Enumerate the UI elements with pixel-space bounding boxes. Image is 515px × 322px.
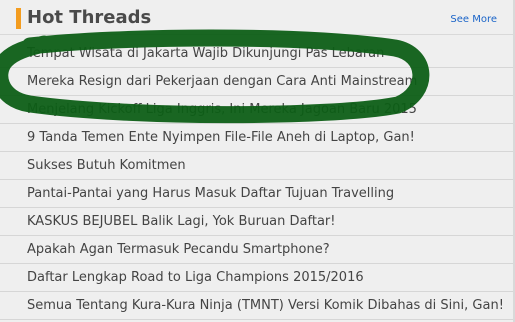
- thread-link[interactable]: Mereka Resign dari Pekerjaan dengan Cara…: [27, 73, 417, 90]
- thread-link[interactable]: Semua Tentang Kura-Kura Ninja (TMNT) Ver…: [27, 297, 504, 314]
- thread-link[interactable]: Apakah Agan Termasuk Pecandu Smartphone?: [27, 241, 330, 258]
- panel-title: Hot Threads: [27, 7, 152, 28]
- thread-list-item: Pantai-Pantai yang Harus Masuk Daftar Tu…: [0, 180, 515, 208]
- thread-list-item: Semua Tentang Kura-Kura Ninja (TMNT) Ver…: [0, 292, 515, 320]
- thread-list-item: Mereka Resign dari Pekerjaan dengan Cara…: [0, 68, 515, 96]
- thread-list-item: 9 Tanda Temen Ente Nyimpen File-File Ane…: [0, 124, 515, 152]
- panel-header: Hot Threads See More: [0, 0, 515, 34]
- thread-link[interactable]: 9 Tanda Temen Ente Nyimpen File-File Ane…: [27, 129, 415, 146]
- thread-link[interactable]: Tempat Wisata di Jakarta Wajib Dikunjung…: [27, 45, 384, 62]
- thread-link[interactable]: Menjelang Kickoff Liga Inggris, Ini Mere…: [27, 101, 417, 118]
- thread-list-item: Menjelang Kickoff Liga Inggris, Ini Mere…: [0, 96, 515, 124]
- hot-threads-panel: Hot Threads See More Tempat Wisata di Ja…: [0, 0, 515, 322]
- thread-list: Tempat Wisata di Jakarta Wajib Dikunjung…: [0, 40, 515, 320]
- thread-link[interactable]: Sukses Butuh Komitmen: [27, 157, 186, 174]
- thread-list-item: Sukses Butuh Komitmen: [0, 152, 515, 180]
- thread-list-item: KASKUS BEJUBEL Balik Lagi, Yok Buruan Da…: [0, 208, 515, 236]
- thread-link[interactable]: KASKUS BEJUBEL Balik Lagi, Yok Buruan Da…: [27, 213, 335, 230]
- header-accent-bar: [16, 8, 21, 29]
- thread-link[interactable]: Pantai-Pantai yang Harus Masuk Daftar Tu…: [27, 185, 394, 202]
- thread-list-item: Tempat Wisata di Jakarta Wajib Dikunjung…: [0, 40, 515, 68]
- thread-list-item: Daftar Lengkap Road to Liga Champions 20…: [0, 264, 515, 292]
- header-divider: [0, 34, 515, 35]
- thread-link[interactable]: Daftar Lengkap Road to Liga Champions 20…: [27, 269, 364, 286]
- see-more-link[interactable]: See More: [450, 13, 497, 27]
- thread-list-item: Apakah Agan Termasuk Pecandu Smartphone?: [0, 236, 515, 264]
